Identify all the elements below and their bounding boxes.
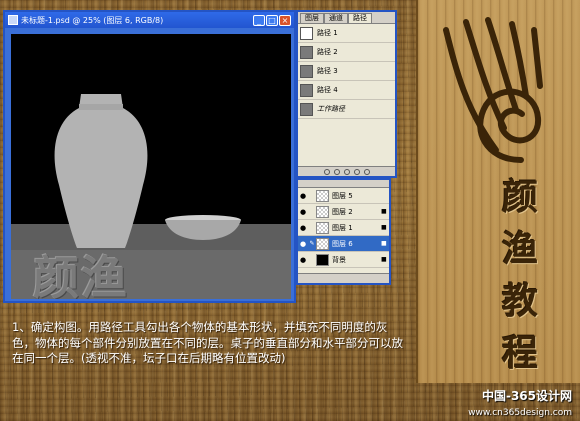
path-thumbnail <box>300 83 313 97</box>
lock-icon: ■ <box>381 240 387 247</box>
fill-path-icon[interactable] <box>323 168 330 175</box>
brand-char: 教 <box>502 281 539 322</box>
path-item[interactable]: 路径 1 <box>298 24 395 43</box>
layer-label: 图层 5 <box>332 191 353 200</box>
tab-layers[interactable]: 图层 <box>300 13 324 23</box>
path-thumbnail <box>300 26 313 40</box>
layer-label: 图层 1 <box>332 223 353 232</box>
path-thumbnail <box>300 45 313 59</box>
path-item[interactable]: 路径 3 <box>298 62 395 81</box>
minimize-button[interactable]: _ <box>253 14 265 26</box>
document-titlebar[interactable]: 未标题-1.psd @ 25% (图层 6, RGB/8) _ □ × <box>5 12 294 28</box>
path-thumbnail <box>300 102 313 116</box>
brush-icon: ✎ <box>309 240 315 247</box>
layer-label: 图层 2 <box>332 207 353 216</box>
new-path-icon[interactable] <box>353 168 360 175</box>
path-item[interactable]: 路径 2 <box>298 43 395 62</box>
eye-icon[interactable]: ● <box>298 240 308 248</box>
maximize-button[interactable]: □ <box>266 14 278 26</box>
canvas-watermark: 颜渔 <box>33 251 129 299</box>
layer-thumbnail <box>316 237 329 250</box>
jar-shape <box>54 94 148 248</box>
path-label: 路径 4 <box>317 86 338 94</box>
trash-icon[interactable] <box>363 168 370 175</box>
close-button[interactable]: × <box>279 14 291 26</box>
eye-icon[interactable]: ● <box>298 224 308 232</box>
path-label: 路径 3 <box>317 67 338 75</box>
lock-icon: ■ <box>381 224 387 231</box>
stroke-path-icon[interactable] <box>333 168 340 175</box>
layer-label: 图层 6 <box>332 239 353 248</box>
layer-row[interactable]: ● 图层 5 <box>298 188 389 204</box>
tab-paths[interactable]: 路径 <box>348 13 372 23</box>
paths-panel: 图层 通道 路径 路径 1 路径 2 路径 3 路径 4 工作路径 <box>296 10 397 178</box>
tutorial-caption: 1、确定构图。用路径工具勾出各个物体的基本形状，并填充不同明度的灰色，物体的每个… <box>12 320 403 365</box>
bowl-shape <box>165 215 241 240</box>
path-thumbnail <box>300 64 313 78</box>
lock-icon: ■ <box>381 208 387 215</box>
layer-thumbnail <box>316 189 329 202</box>
layer-thumbnail <box>316 221 329 234</box>
path-label: 工作路径 <box>317 105 345 113</box>
carved-hand-spiral-logo <box>443 17 543 163</box>
panel-tabs: 图层 通道 路径 <box>298 12 395 24</box>
layer-label: 背景 <box>332 255 346 264</box>
path-item[interactable]: 工作路径 <box>298 100 395 119</box>
brand-char: 程 <box>502 333 539 374</box>
document-window: 未标题-1.psd @ 25% (图层 6, RGB/8) _ □ × 颜渔 <box>3 10 296 303</box>
image-canvas[interactable]: 颜渔 <box>11 34 291 299</box>
eye-icon[interactable]: ● <box>298 208 308 216</box>
document-title: 未标题-1.psd @ 25% (图层 6, RGB/8) <box>21 15 164 25</box>
layers-panel-footer <box>298 273 389 283</box>
layer-thumbnail <box>316 253 329 266</box>
eye-icon[interactable]: ● <box>298 192 308 200</box>
layer-row[interactable]: ● 图层 1 ■ <box>298 220 389 236</box>
site-watermark: 中国-365设计网 <box>481 389 572 403</box>
document-icon <box>8 15 18 25</box>
eye-icon[interactable]: ● <box>298 256 308 264</box>
carved-wood-panel: 颜 渔 教 程 <box>416 0 580 383</box>
path-label: 路径 1 <box>317 29 338 37</box>
lock-icon: ■ <box>381 256 387 263</box>
layers-panel-header <box>298 180 389 188</box>
brand-char: 颜 <box>502 177 539 218</box>
layer-thumbnail <box>316 205 329 218</box>
path-label: 路径 2 <box>317 48 338 56</box>
layer-row[interactable]: ● 背景 ■ <box>298 252 389 268</box>
layers-panel: ● 图层 5 ● 图层 2 ■ ● 图层 1 ■ ● ✎ 图层 6 ■ ● 背景… <box>296 178 391 285</box>
path-item[interactable]: 路径 4 <box>298 81 395 100</box>
site-url: www.cn365design.com <box>468 408 572 418</box>
paths-panel-footer <box>298 166 395 176</box>
layer-row[interactable]: ● 图层 2 ■ <box>298 204 389 220</box>
tab-channels[interactable]: 通道 <box>324 13 348 23</box>
brand-char: 渔 <box>502 229 539 270</box>
layer-row-selected[interactable]: ● ✎ 图层 6 ■ <box>298 236 389 252</box>
load-selection-icon[interactable] <box>343 168 350 175</box>
